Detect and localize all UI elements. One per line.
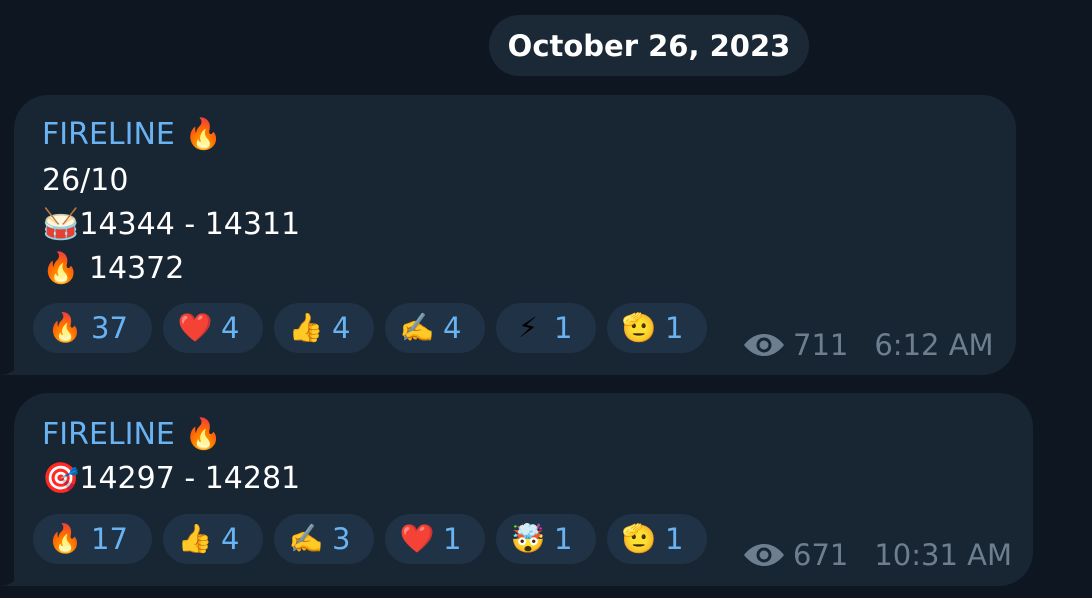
salute-icon: 🫡 xyxy=(621,311,657,344)
reaction-salute[interactable]: 🫡 1 xyxy=(607,303,707,353)
reaction-count: 1 xyxy=(443,522,462,556)
reaction-writing-hand[interactable]: ✍️ 3 xyxy=(274,514,374,564)
sender-name[interactable]: FIRELINE 🔥 xyxy=(42,115,222,155)
reaction-count: 1 xyxy=(665,522,684,556)
reaction-thumbs-up[interactable]: 👍 4 xyxy=(163,514,263,564)
reaction-lightning[interactable]: ⚡ 1 xyxy=(496,303,596,353)
eye-icon xyxy=(744,334,784,356)
mind-blown-icon: 🤯 xyxy=(510,522,546,555)
message-line: 26/10 xyxy=(42,161,128,201)
reaction-count: 4 xyxy=(332,311,351,345)
message-line: 🔥 14372 xyxy=(42,249,184,289)
heart-icon: ❤️ xyxy=(399,522,435,555)
lightning-icon: ⚡ xyxy=(518,311,538,344)
thumbs-up-icon: 👍 xyxy=(288,311,324,344)
reaction-count: 4 xyxy=(221,311,240,345)
target-icon: 🎯 xyxy=(42,461,80,496)
reaction-fire[interactable]: 🔥 37 xyxy=(33,303,152,353)
reaction-thumbs-up[interactable]: 👍 4 xyxy=(274,303,374,353)
chat-history: October 26, 2023 FIRELINE 🔥 26/10 🥁 1434… xyxy=(0,0,1092,598)
message-meta: 711 6:12 AM xyxy=(743,328,994,362)
fire-icon: 🔥 xyxy=(47,311,83,344)
fire-icon: 🔥 xyxy=(47,522,83,555)
fire-icon: 🔥 xyxy=(42,251,80,286)
reaction-writing-hand[interactable]: ✍️ 4 xyxy=(385,303,485,353)
salute-icon: 🫡 xyxy=(621,522,657,555)
sender-label: FIRELINE xyxy=(42,117,175,152)
eye-icon xyxy=(744,544,784,566)
message-bubble[interactable]: FIRELINE 🔥 26/10 🥁 14344 - 14311 🔥 14372… xyxy=(14,95,1016,375)
reaction-count: 1 xyxy=(554,522,573,556)
reaction-fire[interactable]: 🔥 17 xyxy=(33,514,152,564)
view-count: 671 xyxy=(793,538,849,572)
writing-hand-icon: ✍️ xyxy=(399,311,435,344)
reaction-count: 4 xyxy=(443,311,462,345)
reaction-heart[interactable]: ❤️ 1 xyxy=(385,514,485,564)
reaction-count: 3 xyxy=(332,522,351,556)
drum-icon: 🥁 xyxy=(42,207,80,242)
message-text: 26/10 xyxy=(42,163,129,198)
reaction-salute[interactable]: 🫡 1 xyxy=(607,514,707,564)
thumbs-up-icon: 👍 xyxy=(177,522,213,555)
view-count: 711 xyxy=(793,328,849,362)
message-time: 10:31 AM xyxy=(874,538,1013,572)
reaction-count: 1 xyxy=(665,311,684,345)
reaction-mind-blown[interactable]: 🤯 1 xyxy=(496,514,596,564)
reaction-count: 17 xyxy=(91,522,128,556)
message-line: 🎯 14297 - 14281 xyxy=(42,459,300,499)
date-header: October 26, 2023 xyxy=(489,15,809,76)
message-meta: 671 10:31 AM xyxy=(743,538,1012,572)
reactions-bar: 🔥 37 ❤️ 4 👍 4 ✍️ 4 ⚡ 1 🫡 1 xyxy=(33,303,707,353)
message-text: 14344 - 14311 xyxy=(79,207,301,242)
fire-icon: 🔥 xyxy=(184,117,223,152)
message-line: 🥁 14344 - 14311 xyxy=(42,205,300,245)
reaction-count: 37 xyxy=(91,311,128,345)
writing-hand-icon: ✍️ xyxy=(288,522,324,555)
message-text: 14372 xyxy=(79,251,185,286)
reactions-bar: 🔥 17 👍 4 ✍️ 3 ❤️ 1 🤯 1 🫡 1 xyxy=(33,514,707,564)
message-bubble[interactable]: FIRELINE 🔥 🎯 14297 - 14281 🔥 17 👍 4 ✍️ 3… xyxy=(14,393,1033,586)
message-time: 6:12 AM xyxy=(874,328,994,362)
message-text: 14297 - 14281 xyxy=(79,461,301,496)
fire-icon: 🔥 xyxy=(184,417,223,452)
reaction-heart[interactable]: ❤️ 4 xyxy=(163,303,263,353)
heart-icon: ❤️ xyxy=(177,311,213,344)
reaction-count: 4 xyxy=(221,522,240,556)
sender-label: FIRELINE xyxy=(42,417,175,452)
reaction-count: 1 xyxy=(554,311,573,345)
sender-name[interactable]: FIRELINE 🔥 xyxy=(42,415,222,455)
